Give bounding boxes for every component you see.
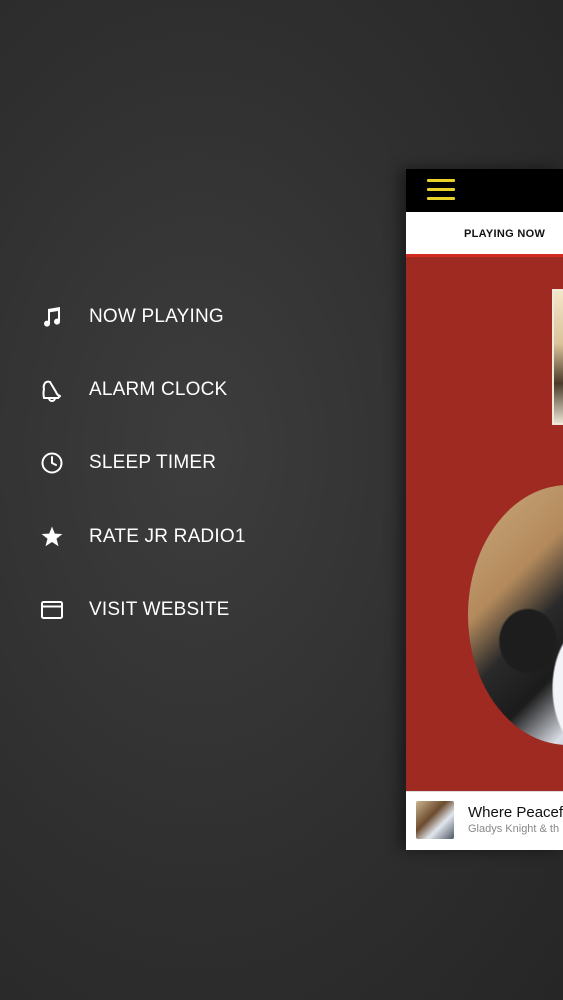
clock-icon	[40, 451, 64, 475]
menu-item-label: NOW PLAYING	[89, 306, 224, 327]
music-note-icon	[40, 305, 64, 329]
app-header	[406, 169, 563, 212]
tab-bar: PLAYING NOW	[406, 212, 563, 257]
track-artist: Gladys Knight & th	[468, 823, 560, 835]
menu-item-label: VISIT WEBSITE	[89, 599, 230, 620]
app-main-panel[interactable]: PLAYING NOW Where Peacef Gladys Knight &…	[406, 169, 563, 850]
menu-item-rate-app[interactable]: RATE JR RADIO1	[0, 512, 360, 562]
menu-item-sleep-timer[interactable]: SLEEP TIMER	[0, 438, 360, 488]
browser-window-icon	[40, 598, 64, 622]
menu-item-alarm-clock[interactable]: ALARM CLOCK	[0, 365, 360, 415]
track-title: Where Peacef	[468, 804, 563, 821]
star-icon	[40, 525, 64, 549]
tab-playing-now[interactable]: PLAYING NOW	[464, 228, 545, 240]
station-image	[552, 289, 563, 425]
bell-icon	[40, 378, 64, 402]
menu-item-now-playing[interactable]: NOW PLAYING	[0, 292, 360, 342]
mini-player[interactable]: Where Peacef Gladys Knight & th	[406, 791, 563, 850]
mini-player-artwork	[416, 801, 454, 839]
menu-item-label: RATE JR RADIO1	[89, 526, 246, 547]
hamburger-menu-icon[interactable]	[427, 179, 455, 201]
menu-item-label: SLEEP TIMER	[89, 452, 217, 473]
menu-item-label: ALARM CLOCK	[89, 379, 228, 400]
menu-item-visit-website[interactable]: VISIT WEBSITE	[0, 585, 360, 635]
